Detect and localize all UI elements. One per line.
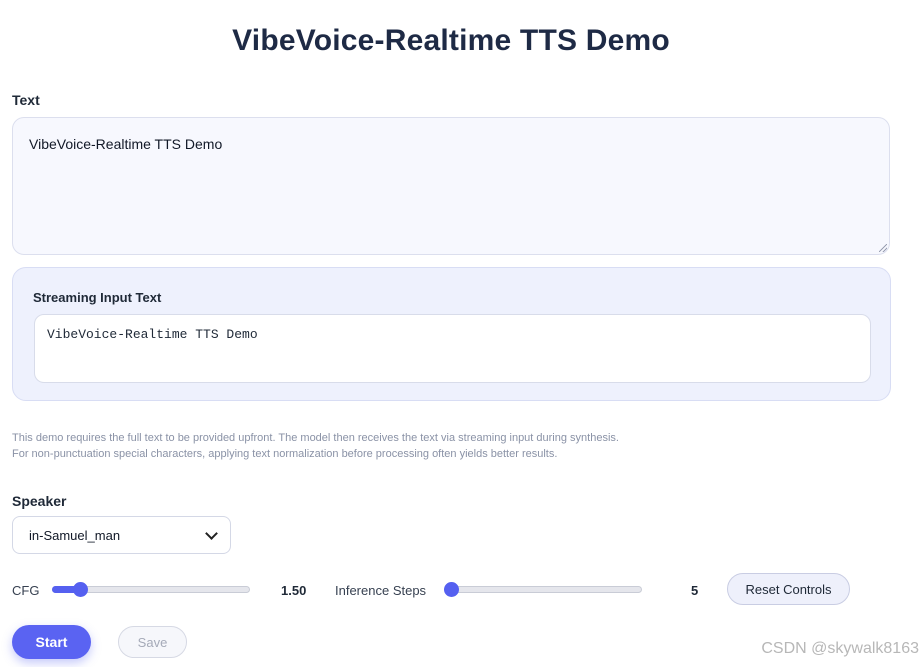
cfg-slider-thumb[interactable] [72,582,88,597]
text-input[interactable]: VibeVoice-Realtime TTS Demo [12,117,890,255]
speaker-select[interactable]: in-Samuel_man [12,516,231,554]
cfg-label: CFG [12,583,40,598]
streaming-panel: Streaming Input Text VibeVoice-Realtime … [12,267,891,401]
streaming-input-field[interactable]: VibeVoice-Realtime TTS Demo [34,314,871,383]
speaker-label: Speaker [12,493,67,509]
text-input-value: VibeVoice-Realtime TTS Demo [29,136,223,152]
cfg-slider[interactable] [52,582,250,597]
inference-steps-label: Inference Steps [335,583,427,598]
inference-steps-slider[interactable] [444,582,642,597]
tts-demo-page: VibeVoice-Realtime TTS Demo Text VibeVoi… [0,0,923,667]
streaming-label: Streaming Input Text [33,290,162,305]
steps-slider-track [451,586,642,593]
streaming-input-value: VibeVoice-Realtime TTS Demo [47,327,258,342]
info-note-line-1: This demo requires the full text to be p… [12,432,619,444]
steps-slider-thumb[interactable] [444,582,459,597]
save-button[interactable]: Save [118,626,187,658]
watermark-text: CSDN @skywalk8163 [761,640,919,657]
resize-handle-icon[interactable] [879,244,887,252]
info-note-line-2: For non-punctuation special characters, … [12,448,558,460]
start-button[interactable]: Start [12,625,91,659]
chevron-down-icon [205,526,218,540]
reset-controls-button[interactable]: Reset Controls [727,573,850,605]
speaker-selected-value: in-Samuel_man [29,527,121,543]
cfg-value: 1.50 [281,583,307,598]
inference-steps-value: 5 [691,583,699,598]
text-label: Text [12,92,40,108]
page-title: VibeVoice-Realtime TTS Demo [232,24,670,57]
